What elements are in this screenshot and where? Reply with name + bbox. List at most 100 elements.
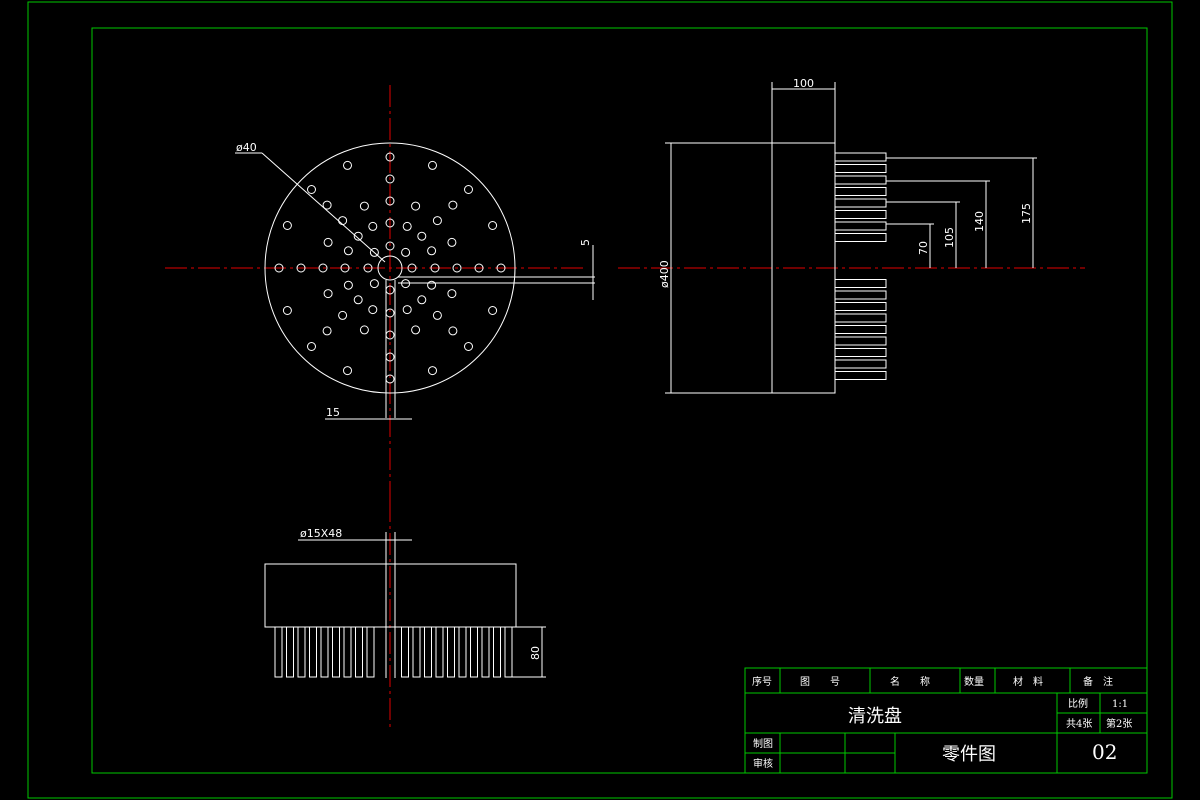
bottom-bristle [447,626,455,678]
bristle-hole [447,237,457,247]
bristle-hole [427,246,437,256]
bottom-bristle [366,626,375,678]
bottom-bristle [481,626,490,678]
bottom-bristle [412,626,421,678]
bristle-hole [282,306,292,315]
bristle-hole [323,289,333,299]
bottom-bristle [320,626,329,678]
side-bristle-tuft [834,210,887,219]
cad-drawing-canvas: ø40 5 15 100 ø400 175 140 105 70 ø15X48 … [27,1,1173,799]
sheet-number: 第2张 [1106,717,1132,730]
scale-value: 1:1 [1112,699,1128,710]
bottom-bristle [355,626,363,678]
bristle-hole [343,366,352,376]
bristle-hole [343,246,353,256]
outer-frame [27,1,1173,799]
tb-header-4: 材 料 [1013,675,1043,688]
bristle-hole [428,160,437,170]
bristle-hole [338,216,348,226]
inner-frame [91,27,1148,774]
dim70-label: 70 [917,241,930,255]
scale-label: 比例 [1068,697,1088,710]
bristle-hole [448,200,458,210]
bristle-hole [343,160,352,170]
bottom-bristle [435,626,444,678]
side-bristle-tuft [834,290,887,300]
front-view: ø40 5 15 [165,85,595,500]
title-block: 序号 图 号 名 称 数量 材 料 备 注 清洗盘 比例 1:1 共4张 第2张… [744,667,1148,774]
bottom-bristle [286,626,294,678]
drawing-number: 02 [1092,740,1117,764]
bristle-hole [359,325,369,335]
tb-header-2: 名 称 [890,675,930,688]
bristle-hole [447,289,457,299]
bottom-view: ø15X48 80 [264,500,546,730]
bottom-bristle [458,626,467,678]
dim140-label: 140 [973,211,986,232]
tb-header-3: 数量 [964,675,984,688]
bottom-bristles [274,626,513,678]
bristle-hole [402,221,412,231]
bristle-hole [417,295,427,305]
bottom-bristle [504,626,513,678]
bristle-hole [323,237,333,247]
bristle-hole [448,326,458,336]
side-bristle-tuft [834,187,887,196]
bristle-hole [488,306,498,315]
checked-label: 审核 [753,757,773,770]
bristle-hole [322,326,332,336]
dim100-label: 100 [793,77,814,90]
bristle-hole [401,279,411,289]
tb-header-1: 图 号 [800,676,840,688]
dia40-label: ø40 [236,141,257,154]
bristle-hole [402,305,412,315]
bristle-hole [368,221,378,231]
tb-header-0: 序号 [752,675,772,688]
bottom-bristle [309,626,317,678]
side-bristle-tuft [834,152,887,162]
bristle-hole [368,305,378,315]
bristle-hole [432,216,442,226]
bristle-hole [464,185,473,194]
side-bristle-tuft [834,198,887,208]
tb-header-5: 备 注 [1083,675,1113,688]
side-bristle-tuft [834,233,887,242]
bristle-hole [338,310,348,320]
shaft-dim-label: ø15X48 [300,527,342,540]
bristle-hole [359,201,369,211]
bristle-hole [432,310,442,320]
bristle-hole [427,280,437,290]
side-bristle-tuft [834,325,887,334]
part-name: 清洗盘 [848,706,902,727]
side-bristle-tuft [834,302,887,311]
dim400-label: ø400 [658,260,671,288]
side-bristle-tuft [834,221,887,231]
drawn-label: 制图 [753,737,773,750]
bristle-hole [411,325,421,335]
dim105-label: 105 [943,227,956,248]
bristle-hole [369,279,379,289]
bottom-bristle [343,626,352,678]
dim175-label: 175 [1020,203,1033,224]
bottom-bristle [274,626,283,678]
side-bristle-tuft [834,164,887,173]
bristle-hole [307,342,316,351]
bristle-hole [343,280,353,290]
side-bristle-tuft [834,359,887,369]
bristle-hole [488,221,498,230]
bristle-hole [282,221,292,230]
side-bristle-tuft [834,175,887,185]
bristle-hole [401,247,411,257]
bristle-hole [428,366,437,376]
side-bristle-tuft [834,313,887,323]
bottom-bristle [493,626,501,678]
bottom-bristle [401,626,409,678]
dim80-label: 80 [529,646,542,660]
side-bristle-tuft [834,279,887,288]
bottom-bristle [470,626,478,678]
dim15-label: 15 [326,406,340,419]
bristle-hole [417,231,427,241]
dim5-label: 5 [579,239,592,246]
bottom-bristle [297,626,306,678]
bottom-bristle [424,626,432,678]
